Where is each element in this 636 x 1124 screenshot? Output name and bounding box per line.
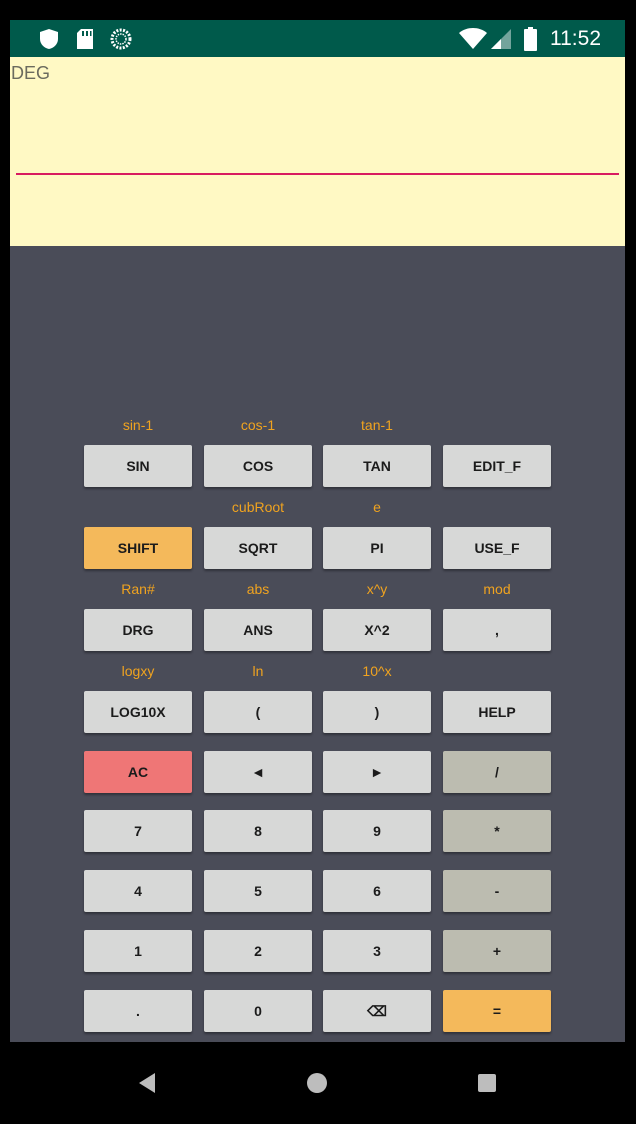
drg-button[interactable]: DRG xyxy=(84,609,192,651)
digit-4-button[interactable]: 4 xyxy=(84,870,192,912)
sd-card-icon xyxy=(73,20,97,57)
sqrt-button[interactable]: SQRT xyxy=(204,527,312,569)
back-icon[interactable] xyxy=(132,1042,162,1124)
battery-icon xyxy=(521,20,539,57)
all-clear-button[interactable]: AC xyxy=(84,751,192,793)
square-button[interactable]: X^2 xyxy=(323,609,431,651)
close-paren-button[interactable]: ) xyxy=(323,691,431,733)
pi-button[interactable]: PI xyxy=(323,527,431,569)
decimal-point-button[interactable]: . xyxy=(84,990,192,1032)
digit-6-button[interactable]: 6 xyxy=(323,870,431,912)
digit-7-button[interactable]: 7 xyxy=(84,810,192,852)
divide-button[interactable]: / xyxy=(443,751,551,793)
recents-icon[interactable] xyxy=(472,1042,502,1124)
equals-button[interactable]: = xyxy=(443,990,551,1032)
open-paren-button[interactable]: ( xyxy=(204,691,312,733)
home-icon[interactable] xyxy=(302,1042,332,1124)
shift-label-tan-inverse: tan-1 xyxy=(361,417,393,433)
shift-label-random: Ran# xyxy=(121,581,155,597)
tan-button[interactable]: TAN xyxy=(323,445,431,487)
edit-function-button[interactable]: EDIT_F xyxy=(443,445,551,487)
ans-button[interactable]: ANS xyxy=(204,609,312,651)
shift-label-cube-root: cubRoot xyxy=(231,499,285,515)
shift-label-e: e xyxy=(373,499,381,515)
sync-icon xyxy=(108,20,134,57)
shift-label-ten-power: 10^x xyxy=(362,663,392,679)
comma-button[interactable]: , xyxy=(443,609,551,651)
digit-9-button[interactable]: 9 xyxy=(323,810,431,852)
shift-label-abs: abs xyxy=(246,581,270,597)
cos-button[interactable]: COS xyxy=(204,445,312,487)
use-function-button[interactable]: USE_F xyxy=(443,527,551,569)
angle-mode-label: DEG xyxy=(11,63,51,83)
wifi-icon xyxy=(458,20,488,57)
subtract-button[interactable]: - xyxy=(443,870,551,912)
log10-button[interactable]: LOG10X xyxy=(84,691,192,733)
digit-2-button[interactable]: 2 xyxy=(204,930,312,972)
status-bar: 11:52 xyxy=(10,20,625,57)
shift-label-cos-inverse: cos-1 xyxy=(240,417,276,433)
shift-label-mod: mod xyxy=(483,581,511,597)
shield-icon xyxy=(36,20,62,57)
shift-button[interactable]: SHIFT xyxy=(84,527,192,569)
status-time: 11:52 xyxy=(550,27,601,50)
digit-8-button[interactable]: 8 xyxy=(204,810,312,852)
digit-5-button[interactable]: 5 xyxy=(204,870,312,912)
digit-1-button[interactable]: 1 xyxy=(84,930,192,972)
sin-button[interactable]: SIN xyxy=(84,445,192,487)
shift-label-ln: ln xyxy=(252,663,264,679)
expression-field[interactable] xyxy=(18,147,618,171)
multiply-button[interactable]: * xyxy=(443,810,551,852)
cursor-right-button[interactable]: ► xyxy=(323,751,431,793)
shift-label-logxy: logxy xyxy=(121,663,155,679)
help-button[interactable]: HELP xyxy=(443,691,551,733)
keypad: sin-1 cos-1 tan-1 SIN COS TAN EDIT_F cub… xyxy=(10,246,625,1042)
shift-label-sin-inverse: sin-1 xyxy=(122,417,154,433)
app-frame: 11:52 DEG sin-1 cos-1 tan-1 SIN COS TAN … xyxy=(10,20,625,1042)
navigation-bar xyxy=(0,1042,636,1124)
digit-3-button[interactable]: 3 xyxy=(323,930,431,972)
shift-label-power: x^y xyxy=(366,581,388,597)
cursor-left-button[interactable]: ◄ xyxy=(204,751,312,793)
add-button[interactable]: + xyxy=(443,930,551,972)
backspace-button[interactable]: ⌫ xyxy=(323,990,431,1032)
calculator-display[interactable]: DEG xyxy=(10,57,625,246)
cell-signal-icon xyxy=(489,20,513,57)
expression-underline xyxy=(16,173,619,175)
digit-0-button[interactable]: 0 xyxy=(204,990,312,1032)
